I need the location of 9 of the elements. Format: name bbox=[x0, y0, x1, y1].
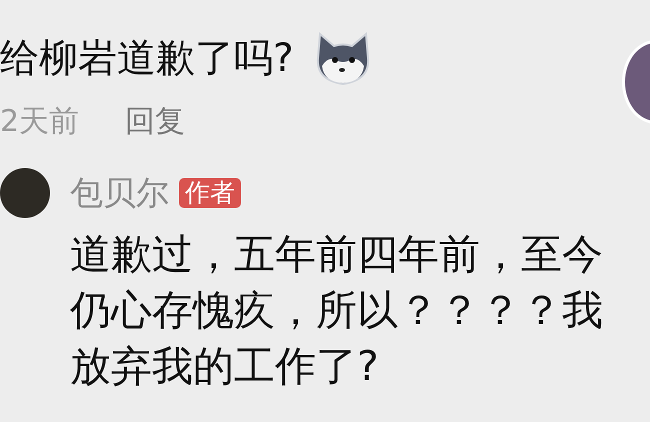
author-badge: 作者 bbox=[179, 178, 241, 208]
reply-text-line: 仍心存愧疚，所以？？？？我 bbox=[70, 285, 603, 336]
comment-text: 给柳岩道歉了吗? bbox=[0, 35, 294, 83]
reply-text-line: 放弃我的工作了? bbox=[70, 341, 380, 392]
author-name: 包贝尔 bbox=[70, 172, 169, 214]
avatar bbox=[0, 168, 50, 218]
reply-button[interactable]: 回复 bbox=[125, 104, 186, 140]
reply-text-line: 道歉过，五年前四年前，至今 bbox=[70, 229, 603, 280]
comment-time: 2天前 bbox=[0, 104, 80, 140]
